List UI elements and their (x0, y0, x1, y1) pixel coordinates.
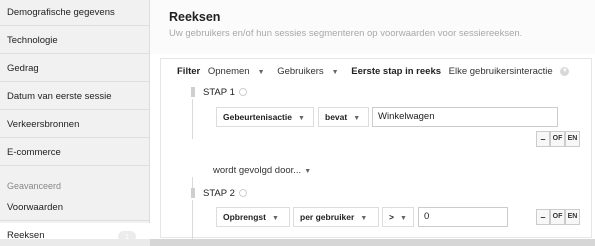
sidebar-item-ecommerce[interactable]: E-commerce (0, 140, 150, 166)
and-button[interactable]: EN (565, 209, 580, 225)
step-circle-icon (238, 189, 247, 198)
or-button[interactable]: OF (550, 209, 565, 225)
scope-dropdown[interactable]: Gebruikers ▼ (277, 65, 343, 80)
page-header: Reeksen Uw gebruikers en/of hun sessies … (150, 0, 595, 54)
main-content: Reeksen Uw gebruikers en/of hun sessies … (150, 0, 595, 246)
drag-handle-icon[interactable] (191, 188, 195, 198)
sidebar-item-eerste-sessie[interactable]: Datum van eerste sessie (0, 84, 150, 110)
page-subtitle: Uw gebruikers en/of hun sessies segmente… (169, 28, 523, 39)
filter-label: Filter (177, 66, 201, 77)
footer-strip-left (0, 239, 150, 246)
step-connector (192, 200, 193, 240)
first-step-label: Eerste stap in reeks (351, 66, 442, 77)
step-connector (192, 99, 193, 139)
step1-value-input[interactable]: Winkelwagen (372, 107, 558, 127)
step1-dimension-dropdown[interactable]: Gebeurtenisactie ▼ (216, 107, 314, 127)
page-title: Reeksen (169, 10, 221, 24)
remove-condition-button[interactable]: – (536, 131, 550, 147)
caret-down-icon: ▼ (271, 215, 279, 222)
caret-down-icon: ▼ (331, 69, 339, 76)
caret-down-icon: ▼ (257, 69, 265, 76)
first-step-dropdown[interactable]: Elke gebruikersinteractie ▼ (449, 65, 575, 79)
sidebar-section-label: Geavanceerd (7, 181, 62, 191)
step2-label: STAP 2 (203, 188, 247, 199)
remove-condition-button[interactable]: – (536, 209, 550, 225)
caret-down-icon: ▼ (399, 215, 407, 222)
drag-handle-icon[interactable] (191, 87, 195, 97)
footer-strip (150, 239, 595, 246)
and-button[interactable]: EN (565, 131, 580, 147)
sidebar: Demografische gegevens Technologie Gedra… (0, 0, 150, 246)
step2-metric-dropdown[interactable]: Opbrengst ▼ (216, 207, 290, 227)
step1-label: STAP 1 (203, 87, 247, 98)
step-circle-icon (238, 88, 247, 97)
step1-button-group: – OF EN (536, 131, 580, 147)
or-button[interactable]: OF (550, 131, 565, 147)
circle-caret-icon: ▼ (560, 66, 570, 76)
sequence-panel: Filter Opnemen ▼ Gebruikers ▼ Eerste stap … (160, 58, 592, 240)
step2-per-dropdown[interactable]: per gebruiker ▼ (293, 207, 379, 227)
step2-value-input[interactable]: 0 (418, 207, 508, 227)
caret-down-icon: ▼ (304, 168, 312, 175)
step1-operator-dropdown[interactable]: bevat ▼ (318, 107, 369, 127)
sidebar-item-technologie[interactable]: Technologie (0, 28, 150, 54)
sidebar-item-demografie[interactable]: Demografische gegevens (0, 0, 150, 26)
step2-operator-dropdown[interactable]: > ▼ (382, 207, 414, 227)
sidebar-item-gedrag[interactable]: Gedrag (0, 56, 150, 82)
caret-down-icon: ▼ (297, 115, 305, 122)
caret-down-icon: ▼ (360, 215, 368, 222)
sidebar-item-voorwaarden[interactable]: Voorwaarden (0, 195, 150, 221)
filter-bar: Filter Opnemen ▼ Gebruikers ▼ Eerste stap … (177, 65, 579, 79)
caret-down-icon: ▼ (353, 115, 361, 122)
followed-by-dropdown[interactable]: wordt gevolgd door... ▼ (213, 165, 311, 176)
step2-button-group: – OF EN (536, 209, 580, 225)
include-dropdown[interactable]: Opnemen ▼ (208, 65, 270, 80)
sidebar-item-verkeersbronnen[interactable]: Verkeersbronnen (0, 112, 150, 138)
